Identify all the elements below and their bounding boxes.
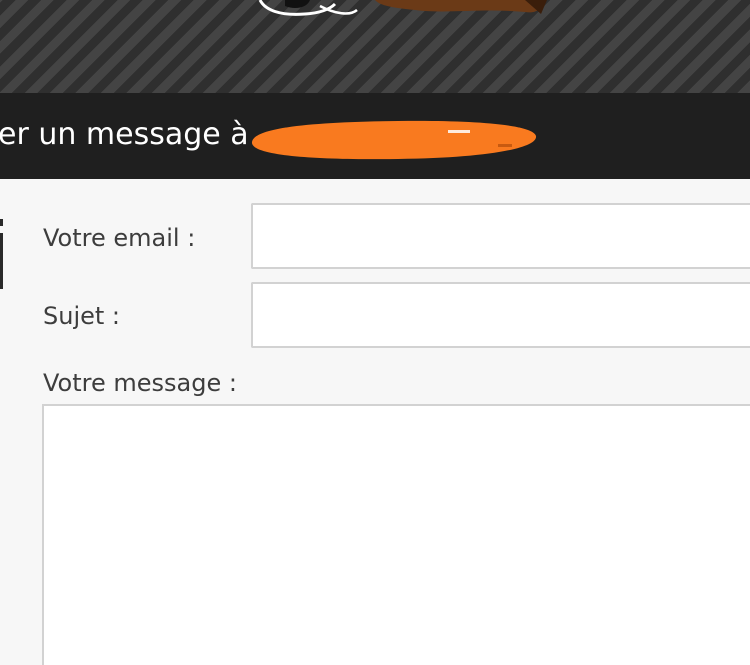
cut-off-icon (0, 219, 3, 289)
redaction-mark (251, 120, 537, 160)
dialog-title: er un message à (0, 117, 249, 152)
email-field[interactable] (251, 203, 750, 269)
subject-label: Sujet : (43, 302, 121, 330)
message-textarea[interactable] (42, 404, 750, 665)
logo-artwork-fragment (258, 0, 547, 16)
subject-field[interactable] (251, 282, 750, 348)
contact-form: Votre email : Sujet : Votre message : (0, 179, 750, 665)
message-label: Votre message : (43, 369, 237, 397)
header-banner (0, 0, 750, 93)
email-label: Votre email : (43, 224, 196, 252)
contact-page: er un message à Votre email : Sujet : Vo… (0, 0, 750, 665)
